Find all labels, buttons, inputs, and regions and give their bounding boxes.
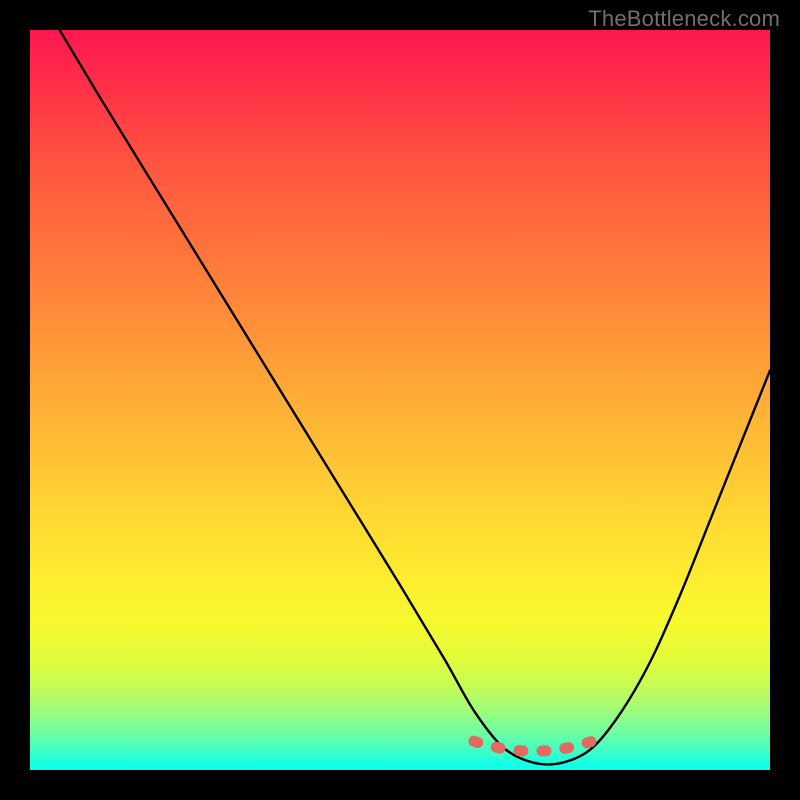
chart-svg — [30, 30, 770, 770]
watermark-text: TheBottleneck.com — [588, 6, 780, 32]
plot-area — [30, 30, 770, 770]
optimal-range-marker — [474, 741, 592, 751]
bottleneck-curve — [60, 30, 770, 764]
